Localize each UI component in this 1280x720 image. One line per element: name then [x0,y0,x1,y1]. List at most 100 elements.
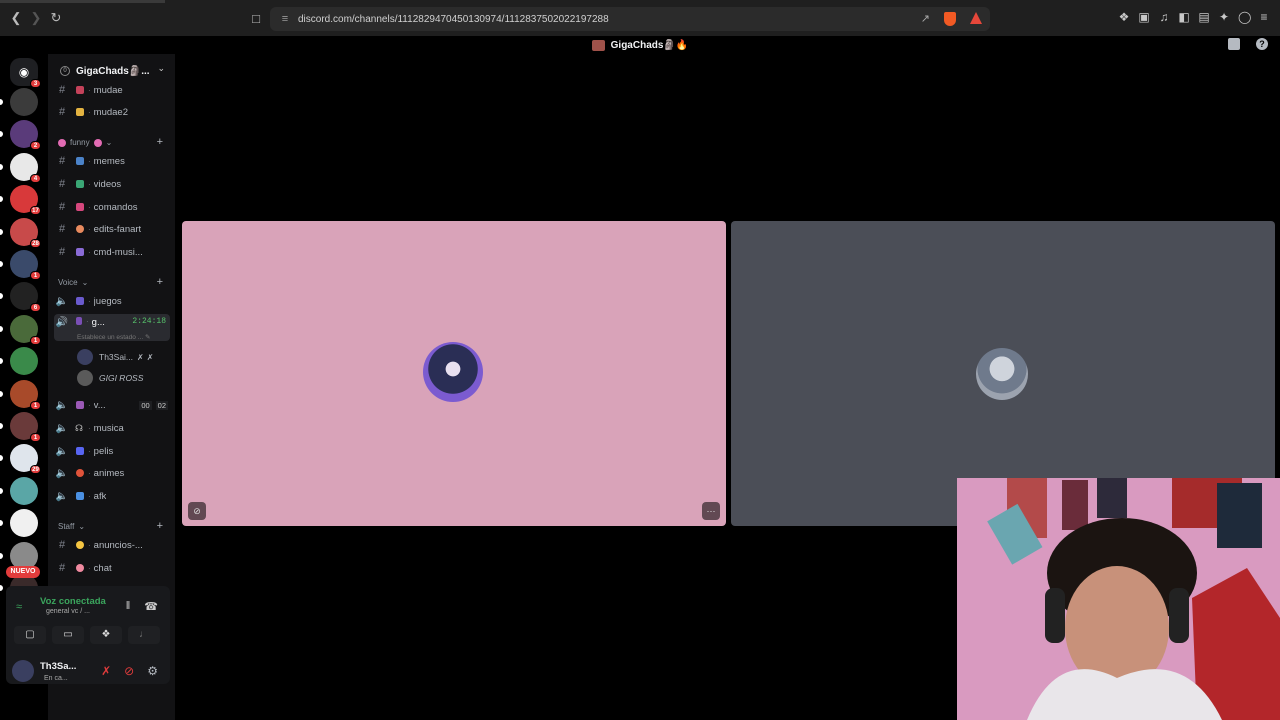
channel-mudae2[interactable]: # · mudae2 [54,102,170,122]
camera-toggle-button[interactable]: ▢ [14,626,46,644]
disconnect-icon[interactable]: ☎ [144,600,158,613]
channel-memes[interactable]: # · memes [54,151,170,171]
server-icon-2[interactable]: 2 [10,120,41,151]
voice-member[interactable]: GIGI ROSS [77,370,143,386]
new-badge: NUEVO [6,566,40,578]
menu-icon[interactable]: ≡ [1258,10,1270,24]
chevron-down-icon: ⌄ [78,522,86,531]
gear-icon[interactable]: ⚙ [147,664,158,678]
brave-rewards-icon[interactable] [970,12,982,24]
voice-channel-v[interactable]: 🔈 · v... 00 02 [54,395,170,415]
server-icon-11[interactable]: 1 [10,412,41,442]
screen-share-button[interactable]: ▭ [52,626,84,644]
webcam-image [957,478,1280,720]
more-options-icon[interactable]: ⋯ [702,502,720,520]
channel-chat[interactable]: # · chat [54,558,170,578]
forward-icon[interactable]: ❯ [26,8,46,28]
chevron-down-icon: ⌄ [81,278,89,287]
voice-connected-title[interactable]: Voz conectada [40,596,106,607]
url-text[interactable]: discord.com/channels/1112829470450130974… [298,14,609,25]
set-status-hint[interactable]: Establece un estado ... ✎ [77,333,150,341]
server-icon-13[interactable] [10,476,38,505]
server-icon-9[interactable] [10,347,38,376]
mention-badge: 1 [30,271,41,280]
server-icon-3[interactable]: 4 [10,152,41,183]
back-icon[interactable]: ❮ [6,8,26,28]
sidebar-icon[interactable]: ◧ [1178,10,1190,24]
brave-shield-icon[interactable] [944,12,956,26]
bookmark-icon[interactable]: □ [246,8,266,28]
deafen-icon[interactable]: ⊘ [124,664,134,678]
help-icon[interactable]: ? [1256,38,1268,50]
hash-icon: # [58,201,66,213]
ai-icon[interactable]: ✦ [1218,10,1230,24]
voice-channel-juegos[interactable]: 🔈 · juegos [54,291,170,311]
speaker-icon: 🔈 [55,399,69,411]
server-icon-12[interactable]: 29 [10,444,41,475]
soundboard-button[interactable]: ♩ [128,626,160,644]
wallet-icon[interactable]: ▣ [1138,10,1150,24]
mention-badge: 1 [30,433,41,442]
channel-cmd-musica[interactable]: # · cmd-musi... [54,242,170,262]
discord-home-button[interactable]: ◉ 3 [10,58,41,88]
tab-icon[interactable]: ▤ [1198,10,1210,24]
unread-indicator [0,487,3,494]
media-icon[interactable]: ♫ [1158,10,1170,24]
channel-label: g... [91,317,105,328]
unread-indicator [0,99,3,105]
server-icon-4[interactable]: 17 [10,185,41,216]
mic-muted-icon[interactable]: ✗ [101,664,111,678]
address-bar[interactable]: ≡ discord.com/channels/11128294704501309… [270,7,990,31]
site-settings-icon[interactable]: ≡ [274,13,296,25]
channel-videos[interactable]: # · videos [54,174,170,194]
noise-suppression-icon[interactable]: ‖ [126,600,131,613]
server-icon-1[interactable] [10,88,38,116]
member-name: Th3Sai... [99,352,134,362]
add-channel-icon[interactable]: + [157,520,163,532]
voice-channel-afk[interactable]: 🔈 · afk [54,486,170,506]
tab-strip-indicator [0,0,165,3]
category-funny[interactable]: funny ⌄ [58,138,112,147]
server-icon-5[interactable]: 28 [10,217,41,248]
voice-channel-musica[interactable]: 🔈 ☊ · musica [54,418,170,438]
voice-member[interactable]: Th3Sai... ✗ ✗ [77,349,153,365]
server-icon-6[interactable]: 1 [10,250,41,280]
voice-channel-animes[interactable]: 🔈 · animes [54,463,170,483]
server-icon-8[interactable]: 1 [10,314,41,345]
server-icon-10[interactable]: 1 [10,379,41,410]
channel-mudae[interactable]: # · mudae [54,80,170,100]
unread-indicator [0,163,3,170]
unread-indicator [0,131,3,138]
soundboard-icon: ♩ [139,629,149,640]
extensions-icon[interactable]: ❖ [1118,10,1130,24]
channel-emoji-icon [76,541,84,549]
category-staff[interactable]: Staff ⌄ [58,522,85,531]
share-icon[interactable]: ↗ [921,12,930,26]
signal-icon[interactable]: ≈ [16,601,22,613]
inbox-icon[interactable] [1228,38,1240,50]
vpn-icon[interactable]: ◯ [1238,10,1251,24]
hash-icon: # [58,155,66,167]
channel-comandos[interactable]: # · comandos [54,197,170,217]
activities-button[interactable]: ❖ [90,626,122,644]
channel-label: chat [93,562,112,574]
channel-edits-fanart[interactable]: # · edits-fanart [54,219,170,239]
add-channel-icon[interactable]: + [157,276,163,288]
unread-indicator [0,261,3,267]
participant-tile[interactable]: ⊘ ⋯ [182,221,726,526]
add-channel-icon[interactable]: + [157,136,163,148]
voice-channel-pelis[interactable]: 🔈 · pelis [54,441,170,461]
avatar[interactable] [12,660,34,682]
server-icon [591,39,605,51]
server-icon-14[interactable] [10,509,38,538]
username[interactable]: Th3Sa... [40,661,76,672]
hash-icon: # [58,223,66,235]
channel-anuncios[interactable]: # · anuncios-... [54,535,170,555]
guild-header[interactable]: 0 GigaChads🗿... ⌄ [48,60,175,82]
voice-connected-channel[interactable]: general vc / ... [46,608,90,615]
category-emoji-icon [58,138,66,147]
channel-emoji-icon [76,203,84,211]
reload-icon[interactable]: ↻ [46,8,66,28]
category-voice[interactable]: Voice ⌄ [58,278,88,287]
server-icon-7[interactable]: 6 [10,282,41,313]
